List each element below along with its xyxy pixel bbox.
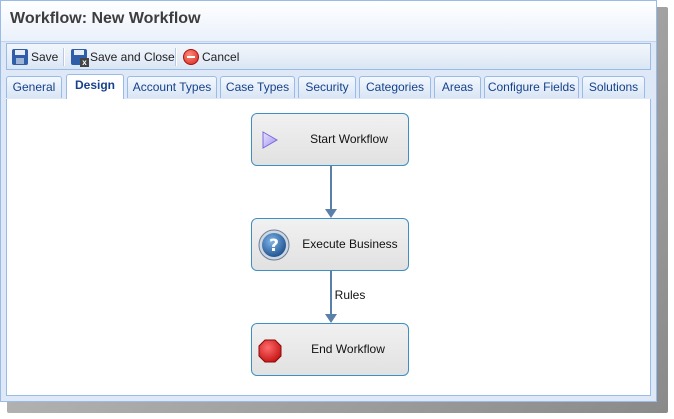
window-title: Workflow: New Workflow: [10, 10, 201, 27]
tab-general[interactable]: General: [6, 76, 62, 98]
floppy-disk-icon: [12, 49, 28, 65]
tab-categories[interactable]: Categories: [359, 76, 431, 98]
tab-case-types[interactable]: Case Types: [220, 76, 295, 98]
save-close-icon: x: [71, 49, 89, 67]
cancel-button[interactable]: Cancel: [183, 47, 239, 67]
save-button-label: Save: [31, 50, 59, 64]
tab-account-types[interactable]: Account Types: [127, 76, 217, 98]
toolbar: Save x Save and Close Cancel: [6, 43, 651, 70]
end-workflow-label: End Workflow: [311, 342, 385, 356]
connector-line: [330, 271, 332, 315]
end-workflow-node[interactable]: End Workflow: [251, 323, 409, 376]
tab-configure-fields[interactable]: Configure Fields: [484, 76, 579, 98]
tab-areas[interactable]: Areas: [434, 76, 481, 98]
design-canvas: Start Workflow ? Execute Business Rules: [6, 99, 651, 396]
execute-business-rules-node[interactable]: ? Execute Business Rules: [251, 218, 409, 302]
save-button[interactable]: Save: [12, 47, 58, 67]
connector-arrowhead: [325, 314, 337, 323]
start-workflow-label: Start Workflow: [310, 132, 388, 146]
connector-arrowhead: [325, 209, 337, 218]
connector-line: [330, 166, 332, 210]
toolbar-separator: [63, 48, 65, 66]
cancel-label: Cancel: [202, 50, 240, 64]
execute-business-rules-label: Execute Business Rules: [302, 237, 398, 302]
tab-strip: General Design Account Types Case Types …: [6, 74, 651, 100]
start-workflow-node[interactable]: Start Workflow: [251, 113, 409, 166]
window-titlebar: Workflow: New Workflow: [1, 1, 656, 42]
save-and-close-label: Save and Close: [90, 50, 175, 64]
tab-security[interactable]: Security: [298, 76, 356, 98]
toolbar-separator: [175, 48, 177, 66]
workflow-window: Workflow: New Workflow Save x Save and C…: [0, 0, 657, 402]
save-and-close-button[interactable]: x Save and Close: [71, 47, 175, 67]
tab-design[interactable]: Design: [66, 74, 124, 100]
cancel-icon: [183, 49, 199, 65]
tab-solutions[interactable]: Solutions: [582, 76, 645, 98]
